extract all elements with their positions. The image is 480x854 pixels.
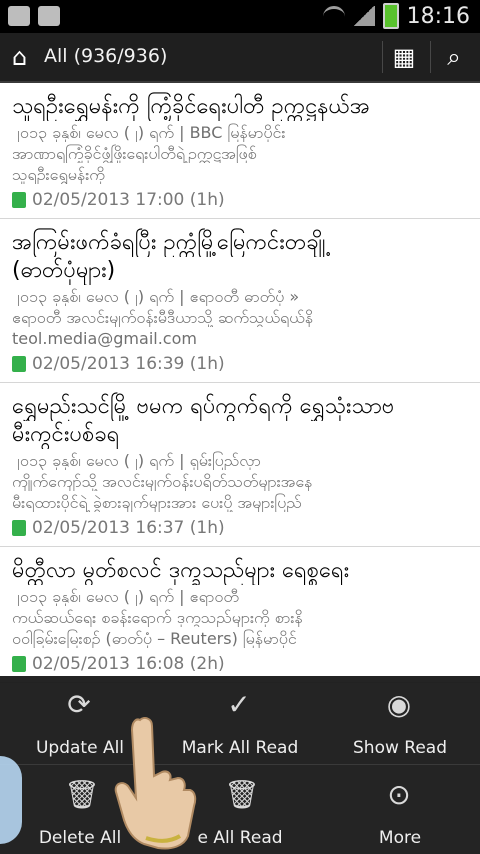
item-title-line2: (ဓာတ်ပုံများ)	[12, 258, 116, 283]
chevron-down-circle-icon: ⊙	[387, 778, 411, 811]
list-item[interactable]: သူရဦးရွှေမန်းကို ကြံ့ခိုင်ရေးပါတီ ဥက္ကဋ္…	[0, 83, 480, 219]
feed-icon	[12, 192, 26, 208]
item-snippet: မီးရထားပိုင်ရဲ့ ခွဲစားချက်များအား ပေးပို…	[12, 493, 302, 512]
search-icon[interactable]: ⌕	[440, 43, 468, 71]
menu-divider	[0, 764, 480, 765]
page-title[interactable]: All (936/936)	[44, 45, 167, 67]
hand-pointer-icon	[114, 717, 197, 850]
item-snippet: သူရဦးရွှေမန်းကို	[12, 165, 105, 184]
trash-icon: 🗑	[64, 778, 100, 811]
item-snippet: ၂၀၁၃ ခုနှစ်၊ မေလ (၂) ရက် | ဧရာဝတီ	[12, 587, 239, 606]
item-snippet: ၂၀၁၃ ခုနှစ်၊ မေလ (၂) ရက် | ရှမ်းပြည်လှာ	[12, 451, 261, 470]
feed-icon	[12, 356, 26, 372]
toolbar-divider	[382, 41, 383, 73]
item-snippet: ဧရာဝတီ အလင်းမျက်ဝန်းမီဒီယာသို့ ဆက်သွယ်ရယ…	[12, 308, 313, 327]
list-item[interactable]: မိတ္ထီလာ မွတ်စလင် ဒုက္ခသည်များ ရေစ္စရေး …	[0, 547, 480, 683]
refresh-icon: ⟳	[67, 688, 91, 721]
home-icon[interactable]: ⌂	[12, 45, 36, 69]
more-label: More	[378, 828, 422, 848]
item-title-line2: မီးကွင်းပစ်ခရ	[12, 422, 120, 447]
show-read-button[interactable]: ◉ Show Read	[320, 676, 480, 764]
status-bar: 18:16	[0, 0, 480, 33]
eye-icon: ◉	[386, 688, 412, 721]
item-snippet: ဝဝါခြမ်းမြေးစဉ် (ဓာတ်ပုံ – Reuters) မြန်…	[12, 629, 297, 648]
status-left-icons	[8, 6, 60, 26]
item-snippet: ကယ်ဆယ်ရေး စခန်းရောက် ဒုက္ခသည်များကို စား…	[12, 608, 303, 627]
item-date: 02/05/2013 16:39 (1h)	[32, 354, 225, 374]
item-snippet: ၂၀၁၃ ခုနှစ်၊ မေလ (၂) ရက် | BBC မြန်မာပို…	[12, 123, 286, 142]
list-item[interactable]: ရွှေမည်းသင်မြို့ ဗမက ရပ်ကွက်ရကို ရွှေသုံ…	[0, 383, 480, 547]
side-handle[interactable]	[0, 756, 22, 844]
item-snippet: ကျိုက်ကျော်သို့ အလင်းမျက်ဝန်းပရိတ်သတ်မျာ…	[12, 472, 313, 491]
signal-icon	[352, 6, 375, 26]
feed-list: သူရဦးရွှေမန်းကို ကြံ့ခိုင်ရေးပါတီ ဥက္ကဋ္…	[0, 83, 480, 683]
list-item[interactable]: အကြမ်းဖက်ခံရပြီး ဥက္ကံမြို့မြေကင်းတချို့…	[0, 219, 480, 383]
item-snippet: အာဏာရကြံ့ခိုင်ဖွံ့ဖြိုးရေးပါတီရဲ့ဥက္ကဋ္ဌ…	[12, 144, 257, 163]
item-date: 02/05/2013 16:37 (1h)	[32, 518, 225, 538]
item-title: အကြမ်းဖက်ခံရပြီး ဥက္ကံမြို့မြေကင်းတချို့	[12, 230, 326, 255]
status-time: 18:16	[406, 3, 470, 29]
feed-icon	[12, 520, 26, 536]
toolbar-divider	[430, 41, 431, 73]
chat-icon	[38, 6, 60, 26]
options-menu: ⟳ Update All ✓ Mark All Read ◉ Show Read…	[0, 676, 480, 854]
item-meta: 02/05/2013 17:00 (1h)	[0, 184, 480, 218]
item-date: 02/05/2013 17:00 (1h)	[32, 190, 225, 210]
grid-icon[interactable]: ▦	[390, 43, 418, 71]
wifi-icon	[322, 5, 345, 27]
check-document-icon: ✓	[227, 688, 251, 721]
item-title: ရွှေမည်းသင်မြို့ ဗမက ရပ်ကွက်ရကို ရွှေသုံ…	[12, 394, 395, 419]
item-title: မိတ္ထီလာ မွတ်စလင် ဒုက္ခသည်များ ရေစ္စရေး	[12, 558, 350, 583]
feed-icon	[12, 656, 26, 672]
gallery-icon	[8, 6, 30, 26]
status-right-icons: 18:16	[322, 3, 470, 29]
show-read-label: Show Read	[353, 738, 447, 758]
more-button[interactable]: ⊙ More	[320, 766, 480, 854]
item-snippet: teol.media@gmail.com	[12, 329, 197, 348]
action-bar: ⌂ All (936/936) ▦ ⌕	[0, 33, 480, 83]
trash-icon: 🗑	[224, 778, 260, 811]
item-meta: 02/05/2013 16:39 (1h)	[0, 348, 480, 382]
battery-icon	[382, 3, 399, 29]
item-meta: 02/05/2013 16:37 (1h)	[0, 512, 480, 546]
item-title: သူရဦးရွှေမန်းကို ကြံ့ခိုင်ရေးပါတီ ဥက္ကဋ္…	[12, 94, 371, 119]
item-date: 02/05/2013 16:08 (2h)	[32, 654, 225, 674]
item-snippet: ၂၀၁၃ ခုနှစ်၊ မေလ (၂) ရက် | ဧရာဝတီ ဓာတ်ပု…	[12, 287, 300, 306]
